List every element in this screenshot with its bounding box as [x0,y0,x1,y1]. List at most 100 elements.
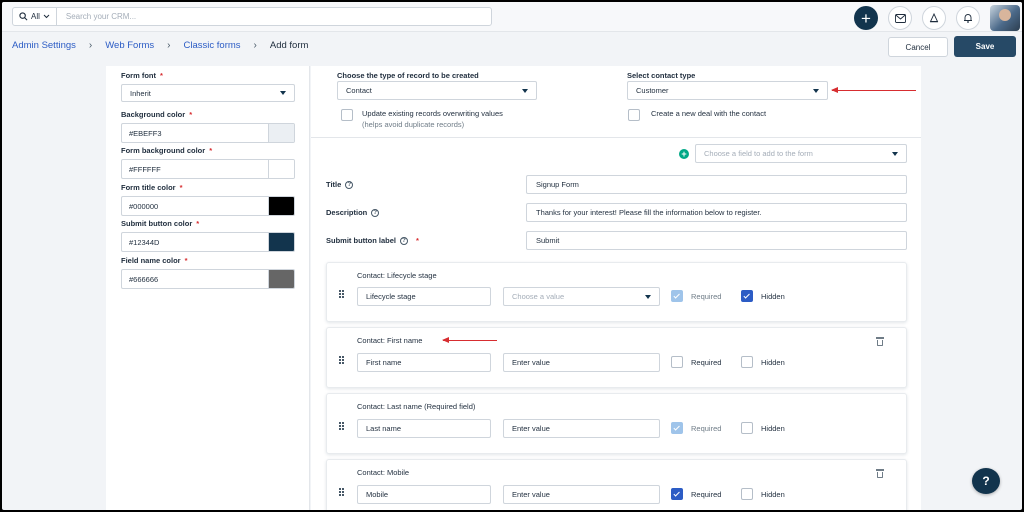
description-value: Thanks for your interest! Please fill th… [536,208,762,217]
hidden-label: Hidden [761,489,785,499]
save-button[interactable]: Save [954,36,1016,57]
caret-down-icon [645,294,651,299]
record-type-select[interactable]: Contact [337,81,537,100]
submit-button-color-swatch[interactable] [268,233,294,251]
background-color-swatch[interactable] [268,124,294,142]
submit-label-input[interactable]: Submit [526,231,907,250]
search-icon [19,12,28,21]
update-existing-option[interactable]: Update existing records overwriting valu… [341,109,503,129]
create-deal-option[interactable]: Create a new deal with the contact [628,109,766,121]
caret-down-icon [892,151,898,156]
user-avatar[interactable] [990,5,1020,31]
form-title-color-label: Form title color * [121,183,183,192]
required-checkbox [671,290,683,302]
field-name-color-label: Field name color * [121,256,188,265]
field-name-color-input[interactable]: #666666 [121,269,295,289]
hidden-option[interactable]: Hidden [741,488,785,500]
contact-type-value: Customer [636,86,669,95]
field-value-input[interactable]: Enter value [503,485,660,504]
trash-icon[interactable] [876,337,884,346]
field-name-value: Mobile [366,490,389,499]
add-circle-icon[interactable]: + [679,148,689,159]
field-name-input[interactable]: First name [357,353,491,372]
notifications-button[interactable] [956,6,980,30]
chevron-right-icon: › [167,40,171,51]
required-checkbox[interactable] [671,488,683,500]
chevron-right-icon: › [88,40,93,51]
field-name-color-value: #666666 [129,274,159,284]
required-checkbox[interactable] [671,356,683,368]
field-name-color-swatch[interactable] [268,270,294,288]
field-value-input[interactable]: Enter value [503,419,660,438]
field-card-title: Contact: Last name (Required field) [357,402,476,411]
help-icon[interactable]: ? [345,180,354,189]
background-color-label: Background color * [121,110,193,119]
email-button[interactable] [888,6,912,30]
help-button[interactable]: ? [972,468,1000,494]
submit-button-color-input[interactable]: #12344D [121,232,295,252]
field-value-input[interactable]: Enter value [503,353,660,372]
required-label: Required [691,489,722,499]
create-deal-label: Create a new deal with the contact [651,109,767,118]
hidden-option[interactable]: Hidden [741,356,785,368]
hidden-option[interactable]: Hidden [741,422,785,434]
field-value-select[interactable]: Choose a value [503,287,660,306]
chevron-right-icon: › [253,40,257,51]
drag-handle-icon[interactable] [339,290,344,298]
required-option[interactable]: Required [671,422,721,434]
title-value: Signup Form [536,180,579,189]
quick-add-button[interactable]: + [854,6,878,30]
form-font-select[interactable]: Inherit [121,84,295,102]
hidden-checkbox[interactable] [741,422,753,434]
hidden-label: Hidden [761,357,785,367]
form-style-panel: Form font * Inherit Background color * #EB… [106,66,310,510]
field-picker-select[interactable]: Choose a field to add to the form [695,144,907,163]
required-option[interactable]: Required [671,356,721,368]
help-icon[interactable]: ? [371,208,380,217]
contact-type-select[interactable]: Customer [627,81,828,100]
background-color-value: #EBEFF3 [129,128,162,138]
contact-type-label: Select contact type [627,71,696,80]
form-title-color-swatch[interactable] [268,197,294,215]
form-background-color-swatch[interactable] [268,160,294,178]
update-existing-checkbox[interactable] [341,109,353,121]
drag-handle-icon[interactable] [339,488,344,496]
hidden-checkbox[interactable] [741,488,753,500]
create-deal-checkbox[interactable] [628,109,640,121]
drag-handle-icon[interactable] [339,422,344,430]
field-name-input[interactable]: Last name [357,419,491,438]
form-title-color-value: #000000 [129,201,159,211]
breadcrumb-classic-forms[interactable]: Classic forms [184,40,241,51]
drag-handle-icon[interactable] [339,356,344,364]
submit-button-color-field: Submit button color * #12344D [121,219,295,252]
form-title-color-field: Form title color * #000000 [121,183,295,216]
hidden-option[interactable]: Hidden [741,290,785,302]
form-title-color-input[interactable]: #000000 [121,196,295,216]
search-scope-dropdown[interactable]: All [13,8,57,25]
background-color-input[interactable]: #EBEFF3 [121,123,295,143]
annotation-arrow-first-name [442,337,497,343]
breadcrumb-admin-settings[interactable]: Admin Settings [12,40,76,51]
cancel-button[interactable]: Cancel [888,37,948,57]
reminders-button[interactable] [922,6,946,30]
field-name-input[interactable]: Mobile [357,485,491,504]
caret-down-icon [280,91,286,95]
help-icon[interactable]: ? [400,236,408,245]
title-input[interactable]: Signup Form [526,175,907,194]
required-option[interactable]: Required [671,488,721,500]
field-card-title: Contact: First name [357,336,423,345]
description-input[interactable]: Thanks for your interest! Please fill th… [526,203,907,222]
breadcrumb-web-forms[interactable]: Web Forms [105,40,154,51]
submit-label-text: Submit button label [326,236,396,245]
trash-icon[interactable] [876,469,884,478]
update-existing-label: Update existing records overwriting valu… [362,109,503,118]
search-input[interactable] [56,12,437,21]
form-background-color-input[interactable]: #FFFFFF [121,159,295,179]
background-color-field: Background color * #EBEFF3 [121,110,295,143]
hidden-checkbox[interactable] [741,356,753,368]
required-option[interactable]: Required [671,290,721,302]
field-name-input[interactable]: Lifecycle stage [357,287,491,306]
hidden-label: Hidden [761,423,785,433]
bell-icon [964,14,972,23]
hidden-checkbox[interactable] [741,290,753,302]
